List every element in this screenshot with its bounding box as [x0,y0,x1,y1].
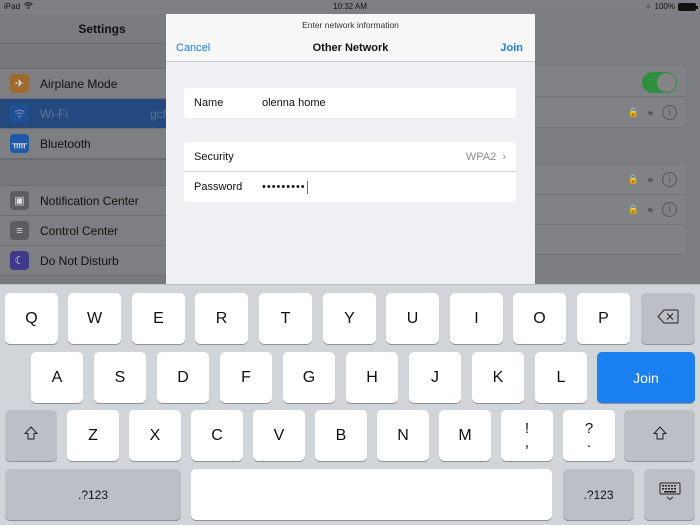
shift-icon [23,426,39,445]
key-exclamation-comma[interactable]: !, [501,410,553,461]
numbers-key-left[interactable]: .?123 [5,469,181,520]
text-cursor [306,180,308,194]
key-n[interactable]: N [377,410,429,461]
battery-percent: 100% [654,2,675,11]
sidebar-item-label: Notification Center [40,193,139,208]
keyboard-dismiss-icon [658,482,682,507]
key-s[interactable]: S [94,352,146,403]
sidebar-item-label: Airplane Mode [40,76,118,91]
airplane-icon: ✈ [10,74,29,93]
key-l[interactable]: L [535,352,587,403]
name-group: Name olenna home [184,88,516,118]
security-label: Security [194,150,234,163]
onscreen-keyboard: Q W E R T Y U I O P A S D F G H J K L Jo… [0,284,700,525]
network-row[interactable]: 🔒 ≈ i [535,165,685,195]
key-i[interactable]: I [450,293,503,344]
key-a[interactable]: A [31,352,83,403]
sidebar-item-label: Wi-Fi [40,106,68,121]
name-input[interactable]: olenna home [262,97,326,109]
chevron-right-icon: › [502,150,506,163]
sidebar-item-label: Bluetooth [40,136,91,151]
shift-key-right[interactable] [624,410,695,461]
password-input[interactable]: ••••••••• [262,181,306,193]
notification-icon: ▣ [10,191,29,210]
bluetooth-icon: ∗ [644,2,652,11]
key-u[interactable]: U [386,293,439,344]
key-f[interactable]: F [220,352,272,403]
join-button[interactable]: Join [500,42,523,54]
key-bottom-char: . [586,433,592,451]
wifi-signal-icon: ≈ [648,204,653,215]
security-value: WPA2 [465,150,497,163]
security-row[interactable]: Security WPA2 › [184,142,516,172]
key-b[interactable]: B [315,410,367,461]
key-m[interactable]: M [439,410,491,461]
key-r[interactable]: R [195,293,248,344]
key-w[interactable]: W [68,293,121,344]
key-question-period[interactable]: ?. [563,410,615,461]
key-d[interactable]: D [157,352,209,403]
info-icon[interactable]: i [662,172,677,187]
name-label: Name [194,97,224,109]
wifi-signal-icon: ≈ [648,107,653,118]
bluetooth-icon: ᚅ [10,134,29,153]
join-key[interactable]: Join [597,352,695,403]
password-field[interactable]: Password ••••••••• [184,172,516,202]
dialog-title: Other Network [312,42,389,54]
dismiss-keyboard-key[interactable] [644,469,695,520]
network-row[interactable]: 🔒 ≈ i [535,195,685,225]
network-row[interactable]: 🔒 ≈ i [535,98,685,128]
numbers-key-right[interactable]: .?123 [563,469,634,520]
key-c[interactable]: C [191,410,243,461]
key-j[interactable]: J [409,352,461,403]
wifi-icon [10,104,29,123]
dialog-header: Enter network information Cancel Other N… [166,14,535,62]
info-icon[interactable]: i [662,202,677,217]
wifi-signal-icon: ≈ [648,174,653,185]
key-z[interactable]: Z [67,410,119,461]
wifi-detail-pane: 🔒 ≈ i 🔒 ≈ i 🔒 ≈ i [535,14,700,284]
wifi-toggle[interactable] [642,72,677,93]
lock-icon: 🔒 [627,174,640,184]
key-q[interactable]: Q [5,293,58,344]
key-g[interactable]: G [283,352,335,403]
shift-icon [652,426,667,445]
key-h[interactable]: H [346,352,398,403]
backspace-icon [657,309,679,329]
backspace-key[interactable] [641,293,695,344]
other-network-row[interactable] [535,225,685,255]
sidebar-item-label: Control Center [40,223,119,238]
key-p[interactable]: P [577,293,630,344]
password-label: Password [194,181,243,193]
clock: 10:32 AM [333,2,367,11]
moon-icon: ☾ [10,251,29,270]
key-t[interactable]: T [259,293,312,344]
name-field[interactable]: Name olenna home [184,88,516,118]
key-bottom-char: , [524,433,530,451]
key-e[interactable]: E [132,293,185,344]
key-v[interactable]: V [253,410,305,461]
key-k[interactable]: K [472,352,524,403]
sidebar-item-label: Do Not Disturb [40,253,119,268]
lock-icon: 🔒 [627,204,640,214]
other-network-dialog: Enter network information Cancel Other N… [166,14,535,284]
key-x[interactable]: X [129,410,181,461]
wifi-toggle-row [535,67,685,97]
control-center-icon: ≡ [10,221,29,240]
key-o[interactable]: O [513,293,566,344]
battery-icon [678,2,698,11]
key-y[interactable]: Y [323,293,376,344]
info-icon[interactable]: i [662,105,677,120]
shift-key-left[interactable] [5,410,57,461]
space-key[interactable] [191,469,552,520]
status-bar: iPad 10:32 AM ∗ 100% [0,0,700,14]
dialog-prompt: Enter network information [302,20,399,30]
lock-icon: 🔒 [627,107,640,117]
security-group: Security WPA2 › Password ••••••••• [184,142,516,202]
